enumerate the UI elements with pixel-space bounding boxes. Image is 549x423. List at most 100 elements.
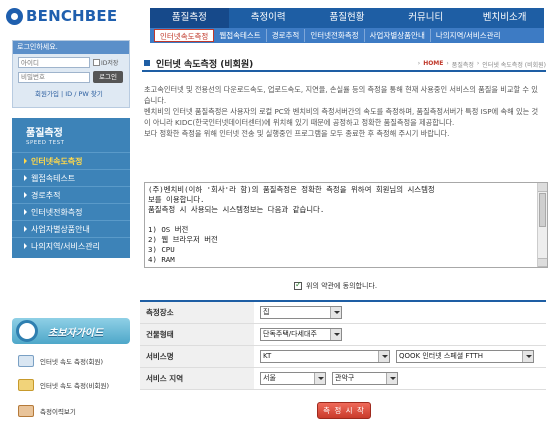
- side-nav-my-region[interactable]: 나의지역/서비스관리: [12, 237, 130, 254]
- login-links: 회원가입 | ID / PW 찾기: [35, 88, 129, 98]
- side-nav-isp-products[interactable]: 사업자별상품안내: [12, 220, 130, 237]
- quicklink-member-speed[interactable]: 인터넷 속도 측정(회원): [18, 352, 133, 370]
- quicklink-label: 측정이력보기: [40, 408, 76, 416]
- benchbee-logo[interactable]: BENCHBEE: [6, 5, 117, 27]
- side-nav-label: 웹접속테스트: [31, 173, 76, 183]
- city-select[interactable]: 서울: [260, 372, 326, 385]
- agree-terms[interactable]: 위의 약관에 동의합니다.: [294, 280, 378, 291]
- quicklink-label: 인터넷 속도 측정(비회원): [40, 382, 110, 390]
- people-icon: [18, 379, 34, 391]
- bullet-icon: [24, 209, 27, 215]
- quicklink-label: 인터넷 속도 측정(회원): [40, 358, 104, 366]
- subnav-route-trace[interactable]: 경로추적: [267, 29, 306, 42]
- service-label: 서비스명: [140, 346, 254, 367]
- topnav-history[interactable]: 측정이력: [229, 8, 308, 28]
- side-nav-label: 경로추적: [31, 190, 61, 200]
- login-box: 로그인하세요. ID저장 로그인 회원가입 | ID / PW 찾기: [12, 40, 130, 108]
- topnav-community[interactable]: 커뮤니티: [386, 8, 465, 28]
- bullet-icon: [24, 158, 27, 164]
- sub-nav: 인터넷속도측정 웹접속테스트 경로추적 인터넷전화측정 사업자별상품안내 나의지…: [150, 28, 544, 43]
- id-input[interactable]: [18, 57, 90, 68]
- side-nav-voip-test[interactable]: 인터넷전화측정: [12, 203, 130, 220]
- scroll-down-icon[interactable]: [538, 258, 547, 267]
- logo-mark-icon: [6, 7, 23, 25]
- subnav-isp-products[interactable]: 사업자별상품안내: [365, 29, 431, 42]
- bullet-icon: [24, 226, 27, 232]
- breadcrumb: › HOME › 품질측정 › 인터넷 속도측정 (비회원): [415, 60, 546, 69]
- save-id-label: ID저장: [101, 60, 119, 67]
- place-value: 집: [263, 308, 270, 316]
- subnav-voip-test[interactable]: 인터넷전화측정: [305, 29, 365, 42]
- form-row-region: 서비스 지역 서울 관악구: [140, 368, 546, 390]
- page-header: 인터넷 속도측정 (비회원) › HOME › 품질측정 › 인터넷 속도측정 …: [142, 56, 546, 72]
- district-value: 관악구: [335, 374, 355, 382]
- chevron-down-icon: [386, 373, 397, 384]
- agree-checkbox[interactable]: [294, 280, 302, 290]
- breadcrumb-sep: ›: [446, 60, 449, 67]
- measure-form: 측정장소 집 건물형태 단독주택/다세대주 서비스명 KT QOOK 인터넷 스…: [140, 300, 546, 390]
- side-nav-web-access[interactable]: 웹접속테스트: [12, 169, 130, 186]
- place-select[interactable]: 집: [260, 306, 342, 319]
- product-select[interactable]: QOOK 인터넷 스페셜 FTTH: [396, 350, 534, 363]
- breadcrumb-home[interactable]: HOME: [423, 60, 443, 69]
- hand-icon: [18, 405, 34, 417]
- side-nav-subtitle: SPEED TEST: [26, 140, 65, 146]
- side-nav-title: 품질측정: [26, 128, 63, 139]
- subnav-web-access[interactable]: 웹접속테스트: [214, 29, 267, 42]
- building-label: 건물형태: [140, 324, 254, 345]
- topnav-about[interactable]: 벤치비소개: [465, 8, 544, 28]
- bullet-icon: [24, 243, 27, 249]
- login-button[interactable]: 로그인: [93, 71, 123, 83]
- beginner-guide-label: 초보자가이드: [48, 327, 104, 339]
- quicklink-guest-speed[interactable]: 인터넷 속도 측정(비회원): [18, 376, 133, 394]
- scroll-up-icon[interactable]: [538, 183, 547, 192]
- terms-text: (주)벤치비(이하 '회사'라 함)의 품질측정은 정확한 측정을 위하여 회원…: [148, 185, 435, 264]
- logo-text: BENCHBEE: [26, 7, 118, 25]
- product-value: QOOK 인터넷 스페셜 FTTH: [399, 352, 484, 360]
- top-nav: 품질측정 측정이력 품질현황 커뮤니티 벤치비소개: [150, 8, 544, 28]
- save-id-checkbox[interactable]: ID저장: [93, 58, 118, 67]
- topnav-quality-status[interactable]: 품질현황: [308, 8, 387, 28]
- quicklink-history[interactable]: 측정이력보기: [18, 402, 133, 420]
- subnav-internet-speed[interactable]: 인터넷속도측정: [154, 29, 215, 42]
- side-nav-route-trace[interactable]: 경로추적: [12, 186, 130, 203]
- breadcrumb-arrow-icon: ›: [417, 60, 421, 67]
- side-nav-internet-speed[interactable]: 인터넷속도측정: [12, 152, 130, 169]
- intro-text: 초고속인터넷 및 전용선의 다운로드속도, 업로드속도, 지연율, 손실률 등의…: [144, 85, 539, 138]
- side-nav-label: 인터넷속도측정: [31, 156, 83, 166]
- place-label: 측정장소: [140, 302, 254, 323]
- start-measure-button[interactable]: 측 정 시 작: [317, 402, 371, 419]
- breadcrumb-item[interactable]: 품질측정: [452, 60, 474, 69]
- checkbox-box: [93, 59, 100, 66]
- terms-scrollbar[interactable]: [537, 183, 547, 267]
- breadcrumb-sep: ›: [476, 60, 480, 67]
- chevron-down-icon: [330, 307, 341, 318]
- chevron-down-icon: [522, 351, 533, 362]
- beginner-guide-banner[interactable]: 초보자가이드: [12, 318, 130, 344]
- breadcrumb-current: 인터넷 속도측정 (비회원): [482, 62, 546, 69]
- find-id-pw-link[interactable]: ID / PW 찾기: [65, 90, 103, 98]
- bullet-icon: [24, 175, 27, 181]
- scroll-thumb[interactable]: [539, 193, 546, 227]
- side-nav-label: 인터넷전화측정: [31, 207, 83, 217]
- chevron-down-icon: [378, 351, 389, 362]
- bullet-icon: [24, 192, 27, 198]
- page-title: 인터넷 속도측정 (비회원): [156, 60, 254, 70]
- form-row-building: 건물형태 단독주택/다세대주: [140, 324, 546, 346]
- join-link[interactable]: 회원가입: [35, 90, 59, 98]
- terms-textarea[interactable]: (주)벤치비(이하 '회사'라 함)의 품질측정은 정확한 측정을 위하여 회원…: [144, 182, 548, 268]
- agree-label: 위의 약관에 동의합니다.: [306, 282, 378, 290]
- password-input[interactable]: [18, 71, 90, 83]
- subnav-my-region[interactable]: 나의지역/서비스관리: [431, 29, 506, 42]
- chevron-down-icon: [314, 373, 325, 384]
- building-select[interactable]: 단독주택/다세대주: [260, 328, 342, 341]
- title-square-icon: [144, 60, 150, 66]
- form-row-service: 서비스명 KT QOOK 인터넷 스페셜 FTTH: [140, 346, 546, 368]
- isp-select[interactable]: KT: [260, 350, 390, 363]
- topnav-quality-test[interactable]: 품질측정: [150, 8, 229, 28]
- side-nav-label: 사업자별상품안내: [31, 224, 90, 234]
- login-title: 로그인하세요.: [13, 41, 129, 54]
- city-value: 서울: [263, 374, 276, 382]
- district-select[interactable]: 관악구: [332, 372, 398, 385]
- chevron-down-icon: [330, 329, 341, 340]
